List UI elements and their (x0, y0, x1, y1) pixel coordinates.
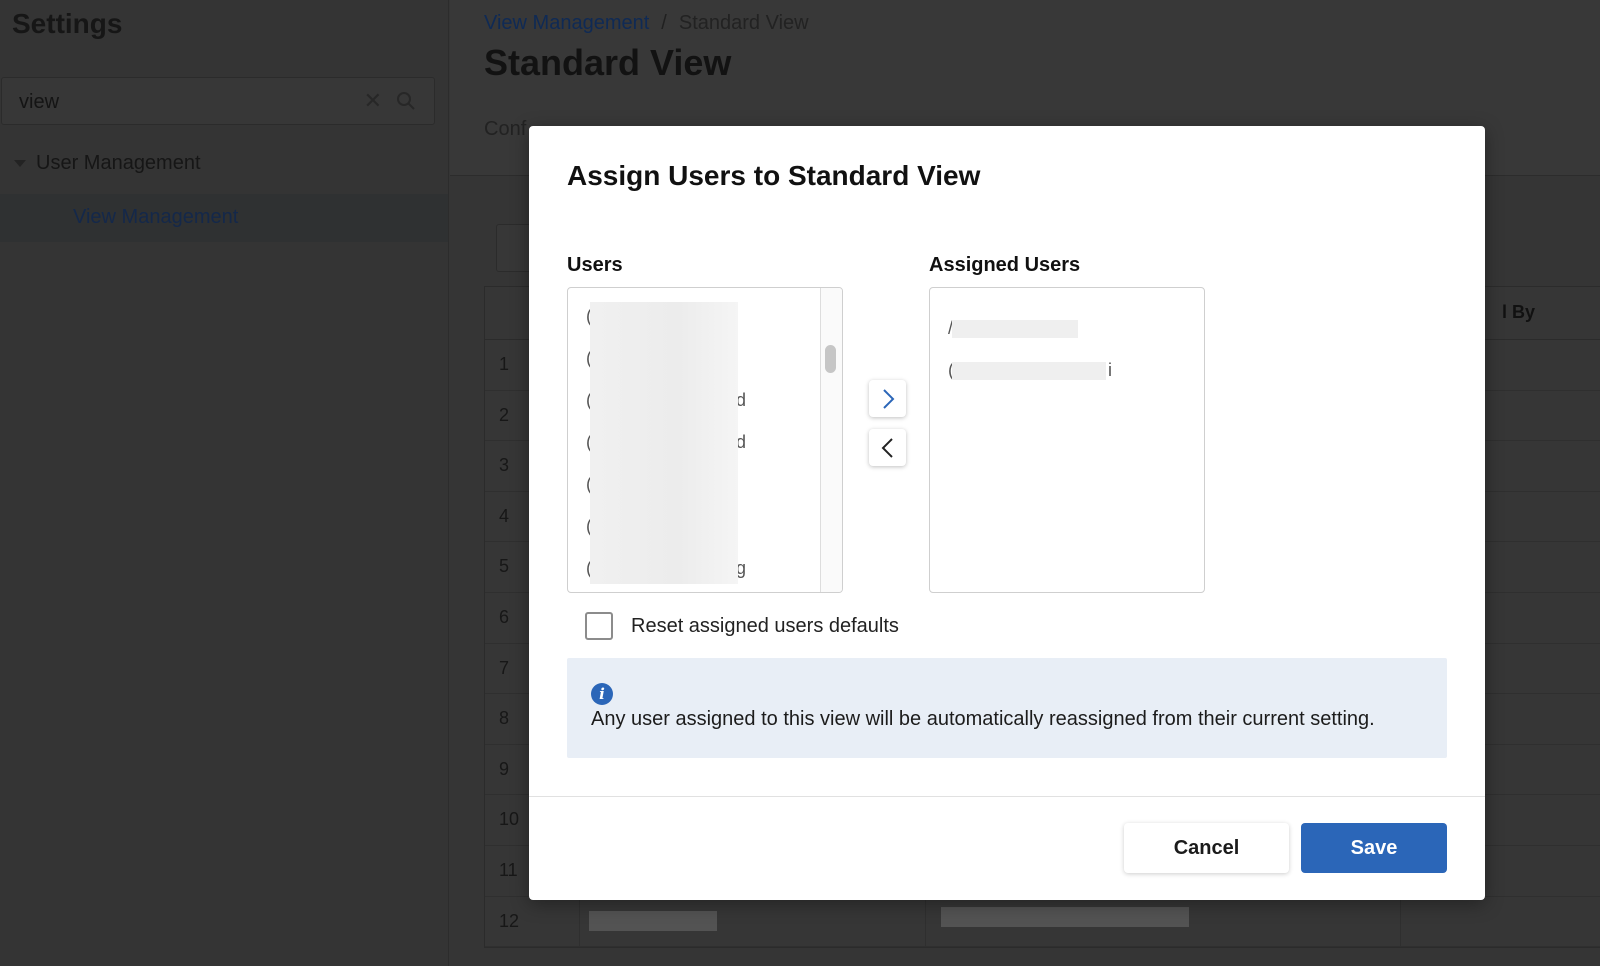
info-text: Any user assigned to this view will be a… (591, 708, 1375, 730)
page-title: Standard View (484, 42, 732, 83)
tree-item-view-management[interactable]: View Management (0, 194, 448, 242)
table-cell-divider (579, 896, 580, 947)
sidebar-title: Settings (12, 8, 123, 39)
column-header: l By (1501, 302, 1535, 322)
settings-search-input[interactable]: view ✕ (1, 77, 435, 125)
tab-bar: Conf (484, 118, 526, 141)
search-icon[interactable] (396, 91, 416, 111)
users-listbox[interactable]: (((d(d(((g (567, 287, 843, 593)
row-number: 2 (499, 404, 510, 425)
tab-configuration[interactable]: Conf (484, 118, 526, 141)
info-banner: i Any user assigned to this view will be… (567, 658, 1447, 758)
chevron-left-icon (881, 437, 893, 458)
breadcrumb-separator: / (661, 12, 667, 34)
row-number: 3 (499, 455, 510, 476)
row-number: 9 (499, 758, 510, 779)
caret-down-icon[interactable] (14, 159, 26, 167)
row-number: 7 (499, 657, 510, 678)
chevron-right-icon (882, 388, 894, 409)
tree-item-label: User Management (36, 151, 201, 174)
breadcrumb-current: Standard View (678, 12, 809, 34)
search-value: view (19, 91, 60, 113)
move-to-users-button[interactable] (869, 429, 906, 466)
table-cell-divider (1400, 896, 1401, 947)
row-number: 11 (499, 859, 518, 880)
assigned-user-item-tail: i (1108, 360, 1112, 380)
reset-defaults-row[interactable]: Reset assigned users defaults (585, 612, 899, 640)
table-cell-divider (925, 896, 926, 947)
row-number: 4 (499, 505, 510, 526)
table-row[interactable]: 12 (485, 896, 1600, 948)
settings-sidebar: Settings view ✕ User Management View Man… (0, 0, 449, 966)
redacted-cell (941, 906, 1189, 927)
row-number: 6 (499, 606, 510, 627)
redacted-cell (589, 910, 717, 931)
assigned-users-list-label: Assigned Users (929, 254, 1081, 276)
cancel-button[interactable]: Cancel (1124, 823, 1289, 873)
move-to-assigned-button[interactable] (869, 380, 906, 417)
assign-users-dialog: Assign Users to Standard View Users Assi… (529, 126, 1485, 900)
row-number: 8 (499, 708, 510, 729)
row-number: 10 (499, 809, 520, 830)
dialog-title: Assign Users to Standard View (567, 160, 981, 191)
tree-item-user-management[interactable]: User Management (14, 148, 201, 178)
footer-divider (529, 796, 1485, 797)
save-button[interactable]: Save (1301, 823, 1447, 873)
breadcrumb: View Management / Standard View (484, 12, 809, 35)
assigned-users-listbox[interactable]: /(i (929, 287, 1205, 593)
row-number: 1 (499, 354, 510, 374)
row-number: 12 (499, 910, 520, 931)
tree-item-label: View Management (73, 206, 239, 228)
scrollbar[interactable] (820, 288, 842, 592)
scrollbar-thumb[interactable] (825, 345, 836, 373)
redacted-content (952, 362, 1106, 380)
reset-defaults-checkbox[interactable] (585, 612, 613, 640)
info-icon: i (591, 683, 613, 705)
close-icon[interactable]: ✕ (364, 88, 382, 114)
row-number: 5 (499, 556, 510, 577)
redacted-content (590, 302, 738, 584)
reset-defaults-label[interactable]: Reset assigned users defaults (631, 615, 899, 638)
users-list-label: Users (567, 254, 623, 276)
redacted-content (952, 320, 1078, 338)
breadcrumb-link[interactable]: View Management (484, 12, 649, 35)
